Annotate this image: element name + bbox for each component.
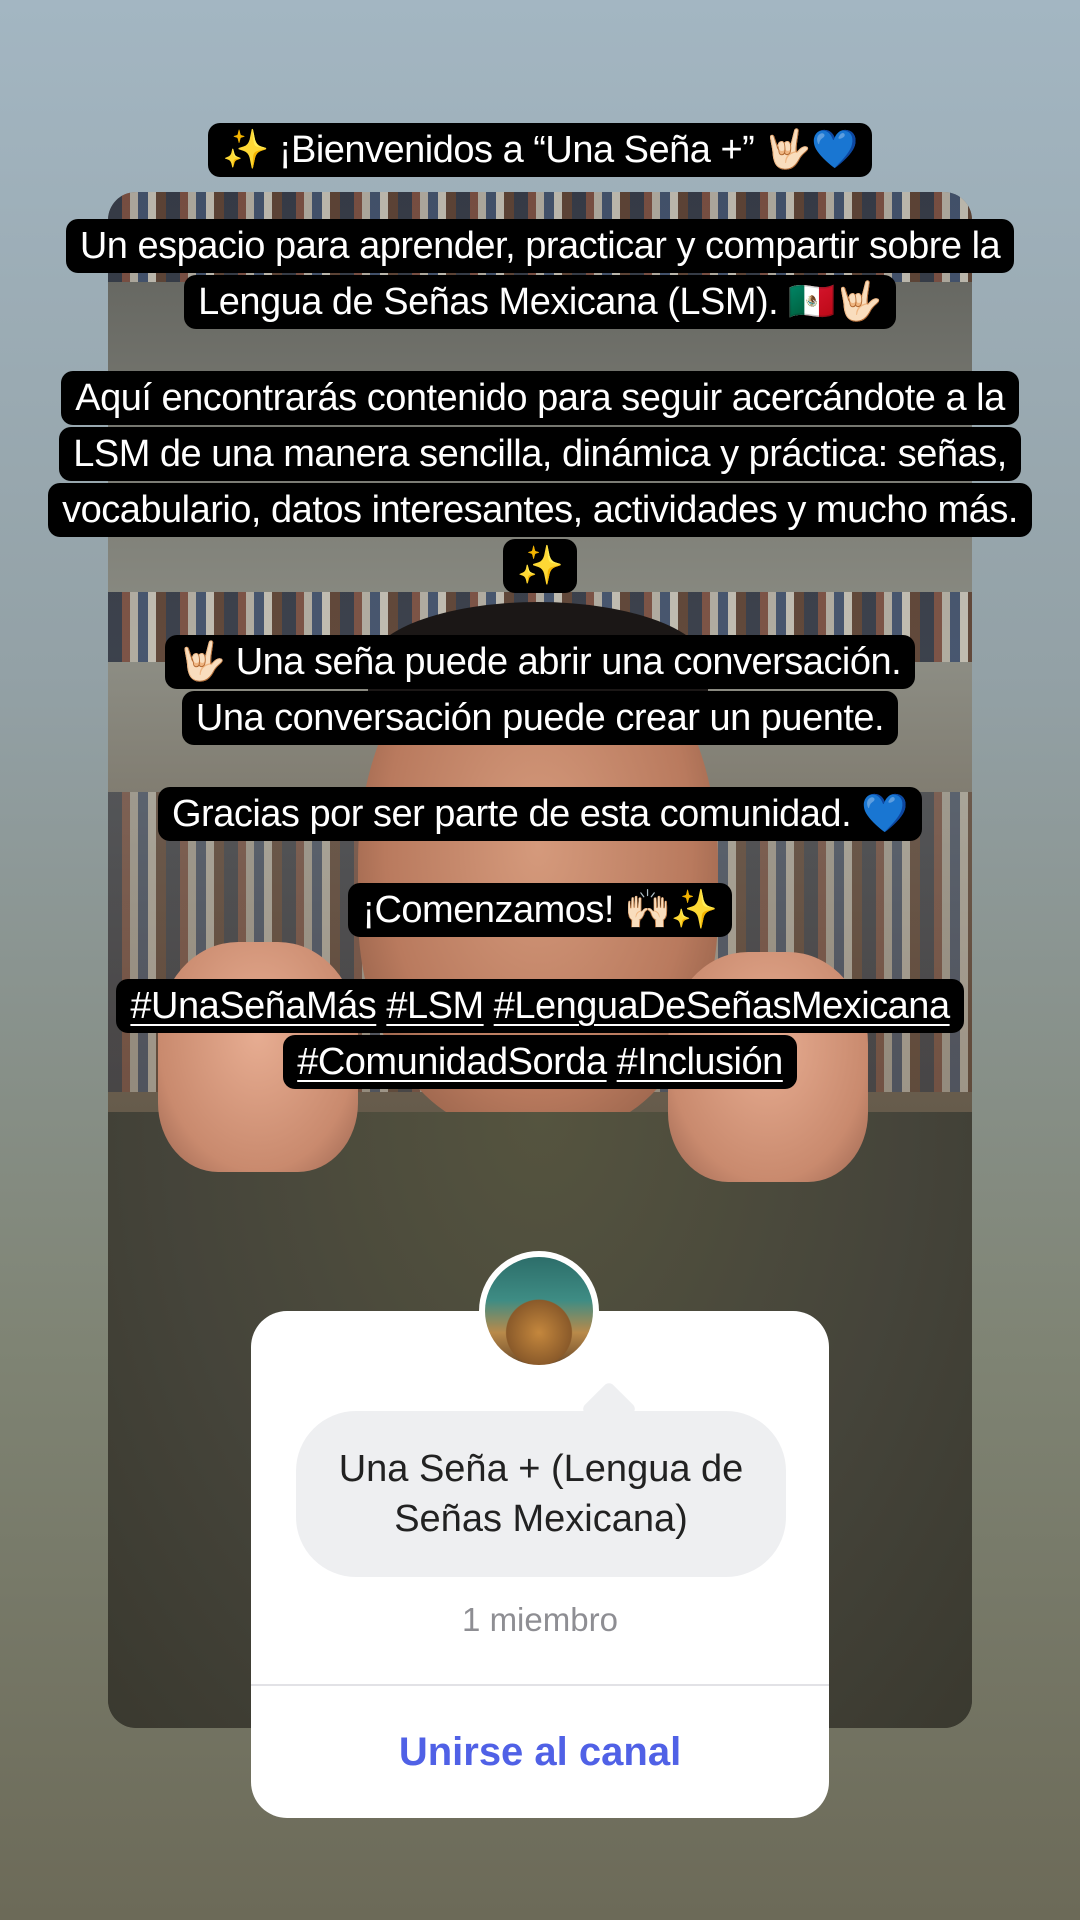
hashtags-line2: #ComunidadSorda #Inclusión [283,1035,797,1089]
caption-start: ¡Comenzamos! 🙌🏻✨ [0,882,1080,938]
channel-avatar-image [485,1257,593,1365]
caption-welcome: ✨ ¡Bienvenidos a “Una Seña +” 🤟🏻💙 [0,122,1080,178]
caption-thanks: Gracias por ser parte de esta comunidad.… [0,786,1080,842]
hashtag-link[interactable]: #UnaSeñaMás [130,985,376,1027]
story-captions: ✨ ¡Bienvenidos a “Una Seña +” 🤟🏻💙 Un esp… [0,122,1080,1130]
caption-welcome-text: ✨ ¡Bienvenidos a “Una Seña +” 🤟🏻💙 [207,123,873,177]
caption-conversation: 🤟🏻 Una seña puede abrir una conversación… [0,634,1080,746]
caption-thanks-text: Gracias por ser parte de esta comunidad.… [157,787,922,841]
caption-content-line2: LSM de una manera sencilla, dinámica y p… [59,427,1021,481]
caption-intro-line1: Un espacio para aprender, practicar y co… [65,219,1015,273]
hashtag-link[interactable]: #LenguaDeSeñasMexicana [494,985,950,1027]
member-count: 1 miembro [462,1601,618,1638]
hashtag-link[interactable]: #Inclusión [617,1041,784,1083]
hashtag-link[interactable]: #LSM [386,985,484,1027]
join-channel-button[interactable]: Unirse al canal [251,1686,829,1818]
channel-name: Una Seña + (Lengua de Señas Mexicana) [338,1448,744,1540]
hashtag-link[interactable]: #ComunidadSorda [297,1041,607,1083]
channel-card: Una Seña + (Lengua de Señas Mexicana) 1 … [251,1311,829,1818]
caption-content-line4: ✨ [502,539,578,593]
caption-intro-line2: Lengua de Señas Mexicana (LSM). 🇲🇽🤟🏻 [184,275,896,329]
channel-name-bubble: Una Seña + (Lengua de Señas Mexicana) [296,1411,786,1577]
caption-content-line1: Aquí encontrarás contenido para seguir a… [61,371,1019,425]
caption-intro: Un espacio para aprender, practicar y co… [0,218,1080,330]
caption-conversation-line2: Una conversación puede crear un puente. [181,691,899,745]
caption-hashtags: #UnaSeñaMás #LSM #LenguaDeSeñasMexicana … [0,978,1080,1090]
caption-start-text: ¡Comenzamos! 🙌🏻✨ [348,883,732,937]
hashtags-line1: #UnaSeñaMás #LSM #LenguaDeSeñasMexicana [116,979,964,1033]
caption-content-line3: vocabulario, datos interesantes, activid… [48,483,1032,537]
channel-avatar [479,1251,599,1371]
caption-content: Aquí encontrarás contenido para seguir a… [0,370,1080,594]
caption-conversation-line1: 🤟🏻 Una seña puede abrir una conversación… [164,635,916,689]
